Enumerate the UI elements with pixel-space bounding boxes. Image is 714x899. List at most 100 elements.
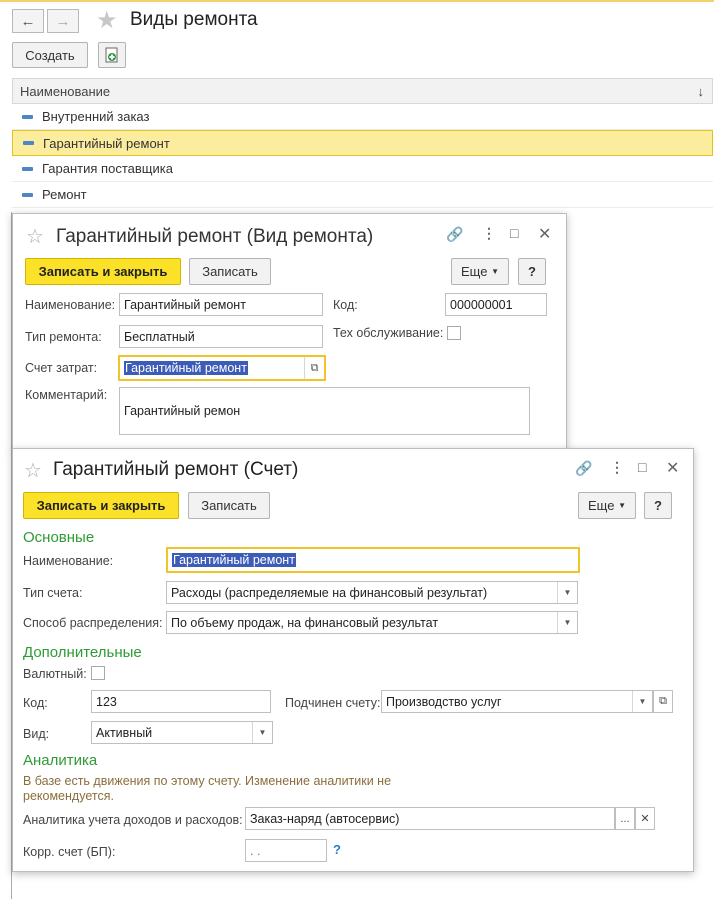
dropdown-arrow-icon[interactable]: ▼ — [557, 612, 577, 633]
distribution-select[interactable]: По объему продаж, на финансовый результа… — [166, 611, 578, 634]
repair-type-window: ☆ Гарантийный ремонт (Вид ремонта) 🔗 ⋮ □… — [12, 213, 567, 449]
more-button[interactable]: Еще ▼ — [578, 492, 636, 519]
list-item[interactable]: Ремонт — [12, 182, 713, 208]
kind-select[interactable]: Активный ▼ — [91, 721, 273, 744]
service-label: Тех обслуживание: — [333, 326, 444, 340]
parent-account-value: Производство услуг — [386, 694, 502, 709]
maximize-icon[interactable]: □ — [510, 225, 518, 241]
clear-icon[interactable]: ✕ — [635, 807, 655, 830]
code-label: Код: — [23, 696, 48, 710]
list-item[interactable]: Гарантия поставщика — [12, 156, 713, 182]
code-field[interactable]: 000000001 — [445, 293, 547, 316]
more-label: Еще — [588, 498, 615, 513]
section-main: Основные — [23, 529, 95, 546]
open-icon[interactable]: ⧉ — [653, 690, 673, 713]
analytics-field[interactable]: Заказ-наряд (автосервис) — [245, 807, 615, 830]
more-menu-icon[interactable]: ⋮ — [610, 459, 624, 476]
list-item-label: Гарантийный ремонт — [43, 135, 170, 151]
favorite-star-icon[interactable]: ★ — [96, 6, 118, 35]
cost-account-value: Гарантийный ремонт — [124, 361, 248, 375]
account-window: ☆ Гарантийный ремонт (Счет) 🔗 ⋮ □ ✕ Запи… — [12, 448, 694, 872]
code-label: Код: — [333, 298, 358, 312]
window-title: Гарантийный ремонт (Вид ремонта) — [56, 226, 374, 247]
service-checkbox[interactable] — [447, 326, 461, 340]
help-button[interactable]: ? — [644, 492, 672, 519]
code-field[interactable]: 123 — [91, 690, 271, 713]
distribution-value: По объему продаж, на финансовый результа… — [171, 615, 439, 630]
window-title: Гарантийный ремонт (Счет) — [53, 459, 299, 480]
list-item[interactable]: Внутренний заказ — [12, 104, 713, 130]
parent-account-label: Подчинен счету: — [285, 696, 381, 710]
page-title: Виды ремонта — [130, 9, 258, 30]
item-icon — [22, 114, 33, 119]
create-copy-button[interactable] — [98, 42, 126, 68]
name-field[interactable]: Гарантийный ремонт — [166, 547, 580, 573]
currency-checkbox[interactable] — [91, 666, 105, 680]
name-label: Наименование: — [23, 554, 114, 568]
link-icon[interactable]: 🔗 — [575, 460, 592, 477]
more-button[interactable]: Еще ▼ — [451, 258, 509, 285]
cost-account-label: Счет затрат: — [25, 361, 98, 375]
top-border — [0, 0, 714, 2]
save-button[interactable]: Записать — [188, 492, 270, 519]
save-close-button[interactable]: Записать и закрыть — [25, 258, 181, 285]
name-label: Наименование: — [25, 298, 116, 312]
help-question-icon[interactable]: ? — [333, 842, 341, 857]
more-label: Еще — [461, 264, 488, 279]
dropdown-arrow-icon[interactable]: ▼ — [632, 691, 652, 712]
forward-button[interactable]: → — [47, 9, 79, 33]
list-item-label: Внутренний заказ — [42, 109, 150, 124]
favorite-star-icon[interactable]: ☆ — [26, 224, 44, 249]
account-type-select[interactable]: Расходы (распределяемые на финансовый ре… — [166, 581, 578, 604]
cost-account-field[interactable]: Гарантийный ремонт ⧉ — [118, 355, 326, 381]
dropdown-arrow-icon[interactable]: ▼ — [557, 582, 577, 603]
distribution-label: Способ распределения: — [23, 616, 163, 630]
more-menu-icon[interactable]: ⋮ — [482, 225, 496, 242]
list-item-selected[interactable]: Гарантийный ремонт — [12, 130, 713, 156]
select-button[interactable]: ... — [615, 807, 635, 830]
column-header[interactable]: Наименование ↓ — [12, 78, 713, 104]
corr-account-label: Корр. счет (БП): — [23, 845, 116, 859]
list-item-label: Ремонт — [42, 187, 87, 202]
column-header-label: Наименование — [20, 83, 111, 99]
name-field[interactable]: Гарантийный ремонт — [119, 293, 323, 316]
list-item-label: Гарантия поставщика — [42, 161, 173, 176]
account-type-label: Тип счета: — [23, 586, 83, 600]
maximize-icon[interactable]: □ — [638, 459, 646, 475]
repair-types-list: Наименование ↓ Внутренний заказ Гарантий… — [12, 78, 713, 208]
link-icon[interactable]: 🔗 — [446, 226, 463, 243]
save-button[interactable]: Записать — [189, 258, 271, 285]
kind-label: Вид: — [23, 727, 50, 741]
open-icon[interactable]: ⧉ — [304, 357, 324, 379]
comment-label: Комментарий: — [25, 388, 108, 402]
section-analytics: Аналитика — [23, 752, 98, 769]
create-button[interactable]: Создать — [12, 42, 88, 68]
close-icon[interactable]: ✕ — [666, 458, 679, 478]
favorite-star-icon[interactable]: ☆ — [24, 458, 42, 483]
sort-down-icon[interactable]: ↓ — [698, 84, 705, 99]
save-close-button[interactable]: Записать и закрыть — [23, 492, 179, 519]
kind-value: Активный — [96, 725, 153, 740]
arrow-right-icon: → — [55, 12, 71, 30]
close-icon[interactable]: ✕ — [538, 224, 551, 244]
dropdown-arrow-icon[interactable]: ▼ — [252, 722, 272, 743]
comment-field[interactable]: Гарантийный ремон — [119, 387, 530, 435]
currency-label: Валютный: — [23, 667, 87, 681]
item-icon — [22, 192, 33, 197]
back-button[interactable]: ← — [12, 9, 44, 33]
chevron-down-icon: ▼ — [618, 501, 626, 510]
parent-account-select[interactable]: Производство услуг ▼ — [381, 690, 653, 713]
analytics-label: Аналитика учета доходов и расходов: — [23, 813, 243, 827]
repair-type-label: Тип ремонта: — [25, 330, 102, 344]
chevron-down-icon: ▼ — [491, 267, 499, 276]
name-value: Гарантийный ремонт — [172, 553, 296, 567]
account-type-value: Расходы (распределяемые на финансовый ре… — [171, 585, 488, 600]
help-button[interactable]: ? — [518, 258, 546, 285]
item-icon — [23, 141, 34, 145]
repair-type-field[interactable]: Бесплатный — [119, 325, 323, 348]
section-extra: Дополнительные — [23, 644, 142, 661]
add-document-icon — [105, 47, 118, 63]
analytics-note: В базе есть движения по этому счету. Изм… — [23, 774, 392, 803]
corr-account-field[interactable]: . . — [245, 839, 327, 862]
item-icon — [22, 166, 33, 171]
